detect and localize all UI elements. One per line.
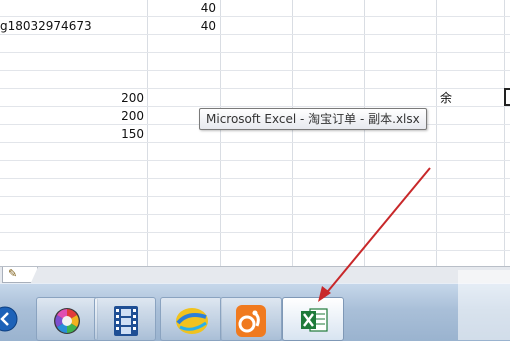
active-cell-cursor (504, 88, 510, 106)
cell-quantity[interactable]: 40 (150, 17, 216, 35)
notification-area[interactable] (458, 270, 510, 340)
cell-amount[interactable]: 150 (80, 125, 144, 143)
spreadsheet-grid[interactable]: 40 g18032974673 40 200 余 200 150 (0, 0, 510, 266)
sheet-tab-bar: ✎ (0, 266, 510, 283)
color-wheel-icon (54, 308, 80, 334)
taskbar-tooltip: Microsoft Excel - 淘宝订单 - 副本.xlsx (199, 108, 427, 130)
row-divider (0, 106, 510, 107)
insert-sheet-tab[interactable]: ✎ (2, 267, 38, 283)
back-circle-icon[interactable] (0, 306, 18, 332)
cell-amount[interactable]: 200 (80, 107, 144, 125)
row-divider (0, 178, 510, 179)
row-divider (0, 88, 510, 89)
column-divider (504, 0, 505, 266)
column-divider (364, 0, 365, 266)
column-divider (220, 0, 221, 266)
cell-phone[interactable]: g18032974673 (0, 17, 145, 35)
taskbar-button-media[interactable] (94, 297, 156, 341)
uc-browser-icon (236, 305, 266, 337)
film-strip-icon (114, 306, 138, 336)
taskbar-button-swirl-app[interactable] (160, 297, 222, 341)
windows-taskbar (0, 283, 510, 341)
row-divider (0, 214, 510, 215)
excel-icon (301, 308, 328, 332)
cell-amount[interactable]: 200 (80, 89, 144, 107)
row-divider (0, 70, 510, 71)
row-divider (0, 232, 510, 233)
taskbar-button-uc-browser[interactable] (220, 297, 282, 341)
column-divider (147, 0, 148, 266)
row-divider (0, 196, 510, 197)
swirl-app-icon (176, 308, 208, 334)
row-divider (0, 52, 510, 53)
row-divider (0, 250, 510, 251)
taskbar-button-excel[interactable] (282, 297, 344, 341)
row-divider (0, 160, 510, 161)
row-divider (0, 142, 510, 143)
column-divider (436, 0, 437, 266)
cell-text[interactable]: 余 (440, 89, 480, 107)
cell-quantity[interactable]: 40 (150, 0, 216, 17)
column-divider (292, 0, 293, 266)
insert-sheet-icon: ✎ (8, 267, 18, 280)
taskbar-button-color-wheel[interactable] (36, 297, 98, 341)
